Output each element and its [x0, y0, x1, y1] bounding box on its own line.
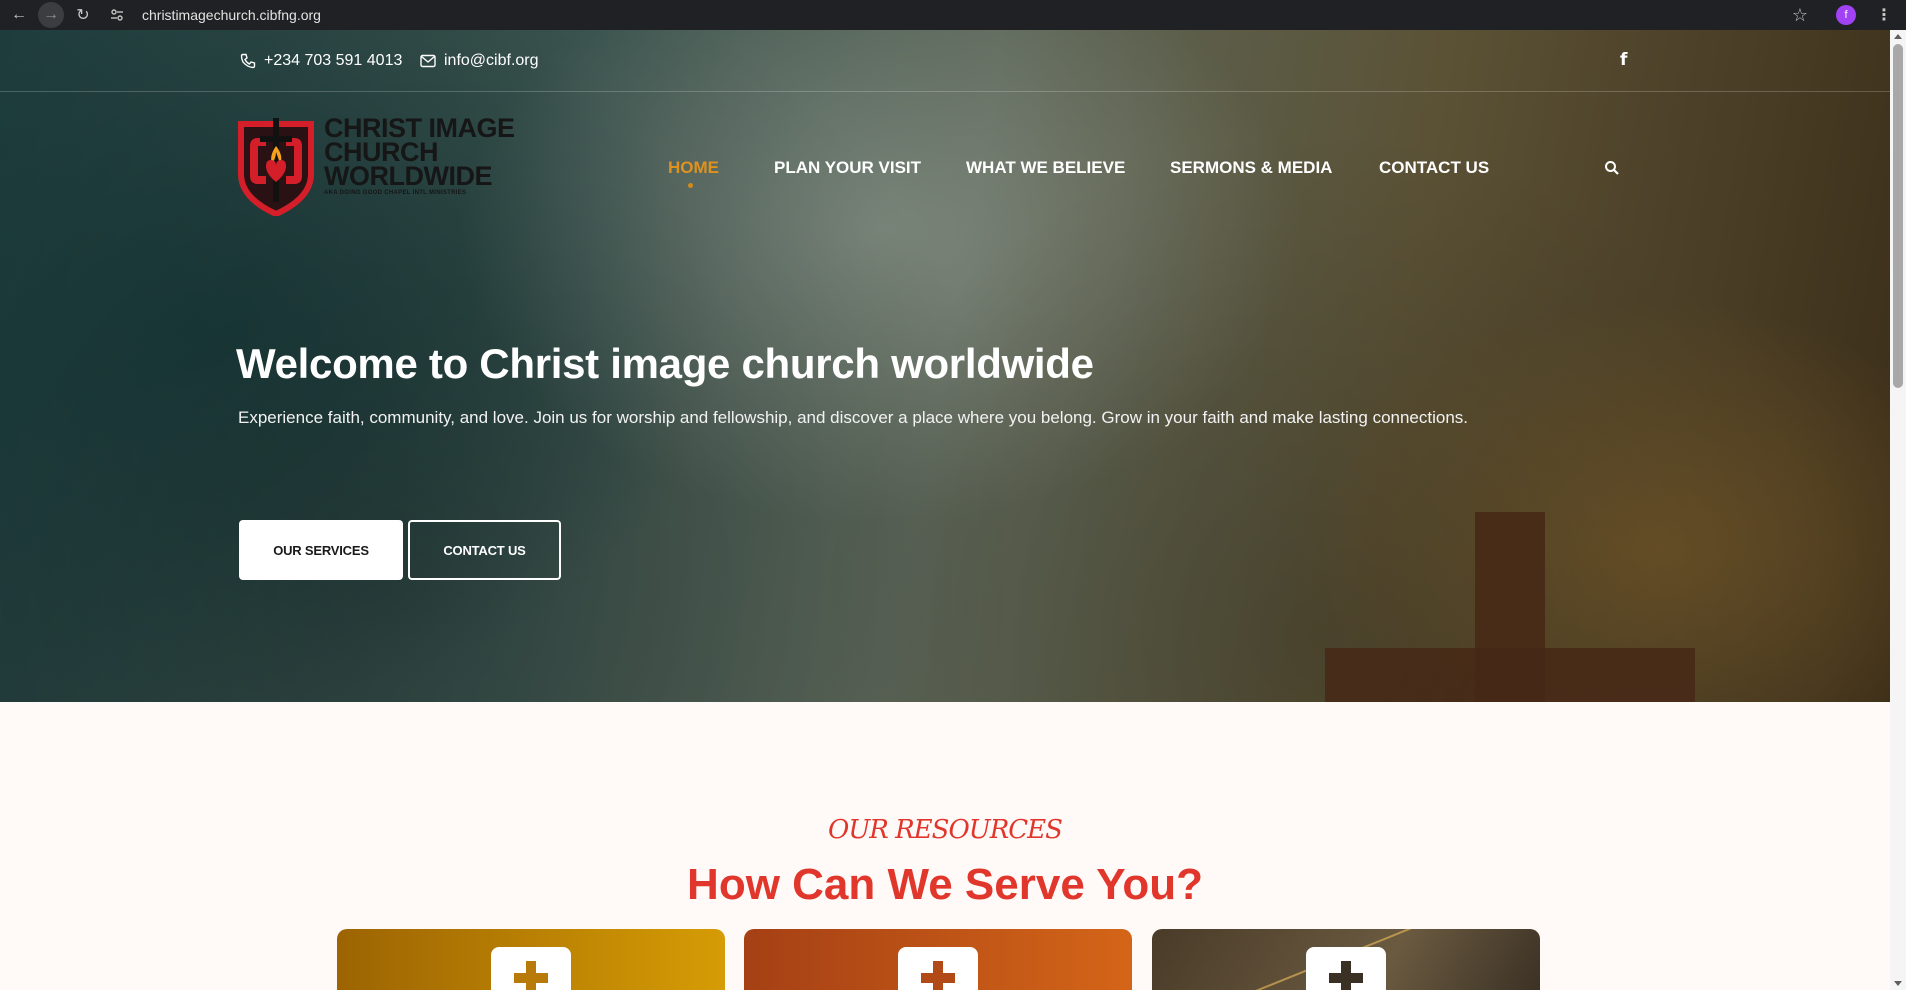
contact-topbar: +234 703 591 4013 info@cibf.org f	[0, 30, 1890, 92]
resource-card-1[interactable]	[337, 929, 725, 990]
cross-icon	[1329, 961, 1363, 990]
reload-icon[interactable]: ↻	[70, 2, 96, 28]
nav-sermons-media[interactable]: SERMONS & MEDIA	[1170, 158, 1332, 178]
phone-contact[interactable]: +234 703 591 4013	[240, 52, 402, 70]
hero-title: Welcome to Christ image church worldwide	[236, 340, 1094, 387]
browser-menu-icon[interactable]: ⋮	[1876, 5, 1892, 25]
nav-what-we-believe[interactable]: WHAT WE BELIEVE	[966, 158, 1125, 178]
scrollbar-thumb[interactable]	[1893, 44, 1903, 388]
church-logo[interactable]: CHRIST IMAGE CHURCH WORLDWIDE AKA DOING …	[236, 115, 515, 216]
hero-section: +234 703 591 4013 info@cibf.org f CHRIST…	[0, 30, 1890, 702]
card-icon-box	[1306, 947, 1386, 990]
cross-image-horizontal	[1325, 648, 1695, 702]
search-icon[interactable]	[1604, 160, 1620, 181]
active-nav-indicator	[688, 183, 693, 188]
scroll-down-arrow-icon[interactable]	[1894, 981, 1902, 986]
cross-icon	[921, 961, 955, 990]
browser-toolbar: ← → ↻ christimagechurch.cibfng.org ☆ f ⋮	[0, 0, 1906, 30]
card-icon-box	[898, 947, 978, 990]
facebook-icon[interactable]: f	[1620, 50, 1627, 70]
address-bar[interactable]: christimagechurch.cibfng.org	[108, 3, 1818, 27]
resources-title: How Can We Serve You?	[687, 860, 1203, 909]
nav-home[interactable]: HOME	[668, 158, 719, 178]
logo-line-3: WORLDWIDE	[324, 161, 492, 191]
nav-plan-your-visit[interactable]: PLAN YOUR VISIT	[774, 158, 921, 178]
email-address[interactable]: info@cibf.org	[444, 52, 539, 70]
phone-number[interactable]: +234 703 591 4013	[264, 52, 402, 70]
site-info-icon[interactable]	[108, 6, 126, 24]
nav-contact-us[interactable]: CONTACT US	[1379, 158, 1489, 178]
resource-card-3[interactable]	[1152, 929, 1540, 990]
our-services-button[interactable]: OUR SERVICES	[239, 520, 403, 580]
page-scrollbar[interactable]	[1890, 30, 1906, 990]
url-text[interactable]: christimagechurch.cibfng.org	[142, 7, 321, 23]
bookmark-star-icon[interactable]: ☆	[1792, 5, 1808, 26]
hero-subtitle: Experience faith, community, and love. J…	[238, 408, 1469, 427]
cross-icon	[514, 961, 548, 990]
profile-avatar[interactable]: f	[1836, 5, 1856, 25]
contact-us-button[interactable]: CONTACT US	[408, 520, 561, 580]
phone-icon	[240, 53, 256, 69]
card-icon-box	[491, 947, 571, 990]
shield-cross-logo-icon	[238, 118, 314, 216]
email-contact[interactable]: info@cibf.org	[420, 52, 539, 70]
scroll-up-arrow-icon[interactable]	[1894, 34, 1902, 39]
resources-eyebrow: OUR RESOURCES	[828, 815, 1063, 845]
mail-icon	[420, 54, 436, 68]
back-icon[interactable]: ←	[6, 2, 32, 28]
resource-card-2[interactable]	[744, 929, 1132, 990]
forward-icon[interactable]: →	[38, 2, 64, 28]
